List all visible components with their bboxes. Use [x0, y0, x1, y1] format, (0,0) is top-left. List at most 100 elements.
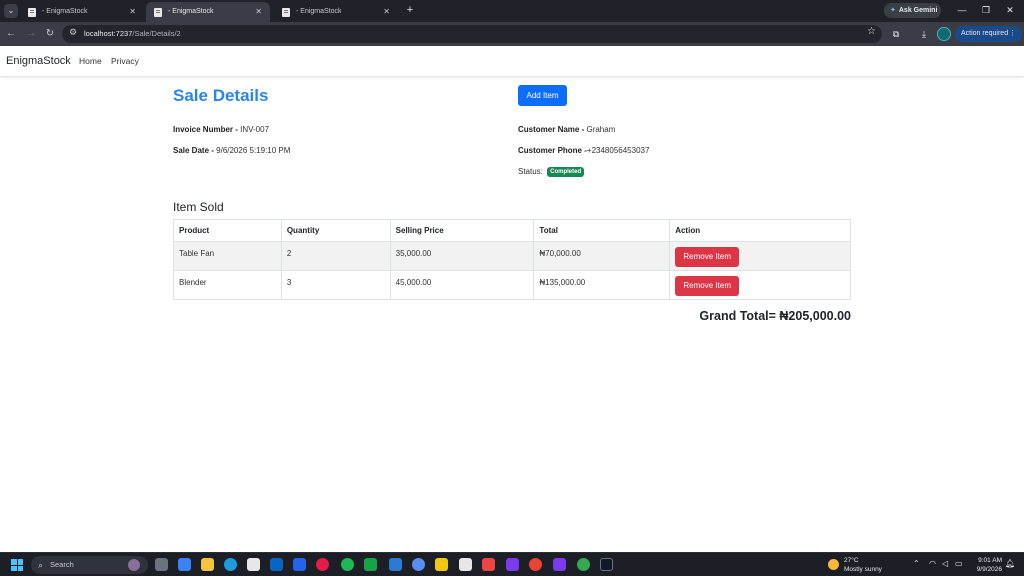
status-label: Status:: [518, 167, 543, 176]
back-arrow-icon[interactable]: ←: [4, 27, 18, 41]
customer-phone-label: Customer Phone -: [518, 146, 587, 155]
wifi-icon[interactable]: ◠: [929, 559, 936, 568]
close-icon[interactable]: ✕: [129, 2, 136, 22]
chrome-icon[interactable]: [529, 558, 542, 571]
invoice-number-value: INV-007: [240, 125, 270, 134]
site-info-icon[interactable]: ⚙: [69, 27, 77, 38]
app-icon[interactable]: [482, 558, 495, 571]
cell-action: Remove Item: [669, 270, 851, 300]
minimize-icon[interactable]: —: [952, 3, 972, 17]
brand-link[interactable]: EnigmaStock: [6, 55, 71, 67]
cell-price: 45,000.00: [389, 270, 535, 300]
battery-icon[interactable]: ▭: [955, 559, 963, 568]
page-icon: [28, 8, 36, 17]
grand-total: Grand Total= ₦205,000.00: [699, 309, 851, 323]
widgets-icon[interactable]: [178, 558, 191, 571]
windows-start-icon[interactable]: [11, 559, 23, 571]
visual-studio-icon[interactable]: [506, 558, 519, 571]
excel-icon[interactable]: [364, 558, 377, 571]
terminal-icon[interactable]: [600, 558, 613, 571]
action-required-label: Action required: [961, 30, 1009, 37]
items-table: Product Quantity Selling Price Total Act…: [173, 219, 851, 300]
items-heading: Item Sold: [173, 200, 224, 214]
browser-tab-1[interactable]: - EnigmaStock ✕: [20, 2, 144, 22]
customer-phone-field: Customer Phone -+2348056453037: [518, 146, 649, 155]
ask-gemini-button[interactable]: ✦ Ask Gemini: [884, 3, 941, 18]
extensions-icon[interactable]: ⧉: [889, 27, 903, 41]
status-field: Status: Completed: [518, 167, 585, 177]
powerbi-icon[interactable]: [435, 558, 448, 571]
outlook-icon[interactable]: [270, 558, 283, 571]
action-required-button[interactable]: Action required ⋮: [955, 26, 1022, 42]
snipping-tool-icon[interactable]: [459, 558, 472, 571]
download-icon[interactable]: ⤓: [917, 27, 931, 41]
clock-time: 9:01 AM: [978, 557, 1002, 564]
browser-tab-3[interactable]: - EnigmaStock ✕: [274, 2, 398, 22]
close-icon[interactable]: ✕: [383, 2, 390, 22]
notification-bell-icon[interactable]: 🔔︎: [1005, 559, 1015, 568]
app-icon[interactable]: [316, 558, 329, 571]
table-row: Table Fan 2 35,000.00 ₦70,000.00 Remove …: [173, 241, 851, 271]
system-clock[interactable]: 9:01 AM 9/9/2026: [969, 556, 1002, 574]
reload-icon[interactable]: ↻: [43, 27, 57, 41]
tab-search-icon[interactable]: ⌄: [4, 4, 18, 18]
customer-phone-value: +2348056453037: [586, 146, 650, 155]
forward-arrow-icon[interactable]: →: [24, 27, 38, 41]
close-window-icon[interactable]: ✕: [1000, 3, 1020, 17]
browser-tab-2[interactable]: - EnigmaStock ✕: [146, 2, 270, 22]
chrome-icon[interactable]: [577, 558, 590, 571]
remove-item-button[interactable]: Remove Item: [675, 276, 740, 296]
url-path: /Sale/Details/2: [132, 29, 181, 38]
close-icon[interactable]: ✕: [255, 2, 262, 22]
url-host: localhost:7237: [84, 29, 133, 38]
search-icon: ⌕: [38, 560, 44, 570]
url-text: localhost:7237/Sale/Details/2: [84, 25, 181, 43]
more-menu-icon: ⋮: [1009, 30, 1016, 37]
page-icon: [154, 8, 162, 17]
remove-item-button[interactable]: Remove Item: [675, 247, 740, 267]
taskbar-search[interactable]: ⌕ Search: [31, 556, 148, 574]
invoice-number-field: Invoice Number - INV-007: [173, 125, 269, 134]
cell-total: ₦70,000.00: [533, 241, 671, 271]
column-header-quantity: Quantity: [280, 219, 391, 242]
chevron-up-icon[interactable]: ⌃: [913, 559, 920, 568]
address-bar[interactable]: ⚙ localhost:7237/Sale/Details/2 ☆: [62, 25, 882, 43]
gemini-icon: ✦: [890, 7, 896, 14]
weather-desc: Mostly sunny: [844, 566, 882, 573]
nav-link-privacy[interactable]: Privacy: [111, 56, 139, 66]
volume-icon[interactable]: ◁: [942, 559, 948, 568]
status-badge: Completed: [547, 167, 585, 177]
search-placeholder: Search: [50, 560, 74, 569]
page-icon: [282, 8, 290, 17]
new-tab-icon[interactable]: +: [404, 3, 416, 17]
add-item-button[interactable]: Add Item: [518, 85, 567, 106]
edge-icon[interactable]: [224, 558, 237, 571]
column-header-selling-price: Selling Price: [389, 219, 535, 242]
page-title: Sale Details: [173, 86, 269, 105]
profile-avatar[interactable]: [937, 27, 951, 41]
tab-label: - EnigmaStock: [42, 8, 88, 15]
tab-label: - EnigmaStock: [296, 8, 342, 15]
bookmark-star-icon[interactable]: ☆: [867, 26, 876, 37]
store-icon[interactable]: [247, 558, 260, 571]
file-explorer-icon[interactable]: [201, 558, 214, 571]
customer-name-field: Customer Name - Graham: [518, 125, 615, 134]
column-header-product: Product: [173, 219, 282, 242]
teams-icon[interactable]: [293, 558, 306, 571]
task-view-icon[interactable]: [155, 558, 168, 571]
cell-quantity: 3: [280, 270, 391, 300]
app-icon[interactable]: [412, 558, 425, 571]
column-header-action: Action: [669, 219, 851, 242]
vscode-icon[interactable]: [389, 558, 402, 571]
spotify-icon[interactable]: [341, 558, 354, 571]
visual-studio-icon[interactable]: [553, 558, 566, 571]
cell-price: 35,000.00: [389, 241, 535, 271]
nav-link-home[interactable]: Home: [79, 56, 102, 66]
column-header-total: Total: [533, 219, 671, 242]
search-highlight-icon: [128, 559, 140, 571]
tab-label: - EnigmaStock: [168, 8, 214, 15]
cell-product: Blender: [173, 270, 282, 300]
weather-temp: 27°C: [844, 557, 859, 564]
restore-icon[interactable]: ❐: [976, 3, 996, 17]
invoice-number-label: Invoice Number -: [173, 125, 241, 134]
